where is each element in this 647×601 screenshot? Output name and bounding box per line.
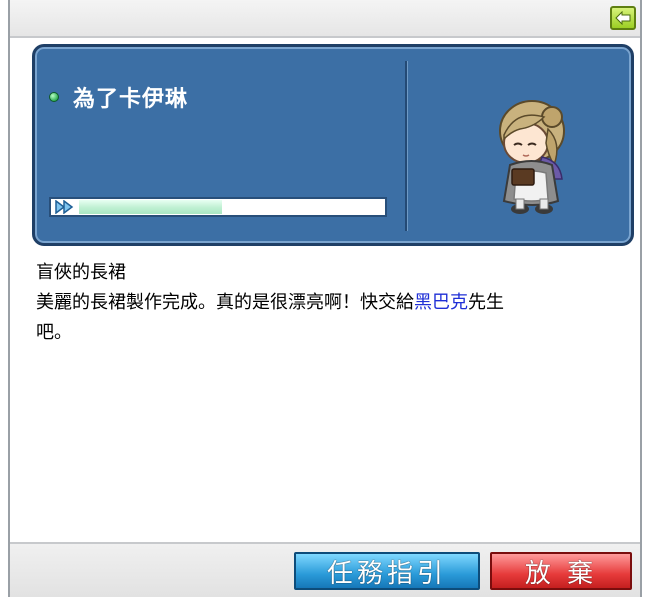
description-text: 美麗的長裙製作完成。真的是很漂亮啊！快交給 (36, 292, 414, 313)
arrow-left-icon (615, 11, 631, 25)
fast-forward-icon (55, 200, 74, 214)
quest-item-name: 盲俠的長裙 (36, 262, 126, 283)
quest-description: 盲俠的長裙 美麗的長裙製作完成。真的是很漂亮啊！快交給黑巴克先生 吧。 (36, 258, 626, 348)
progress-fill (79, 200, 222, 214)
npc-portrait (499, 100, 565, 214)
description-text: 先生 (468, 292, 504, 313)
panel-divider (405, 61, 407, 231)
quest-description-line: 美麗的長裙製作完成。真的是很漂亮啊！快交給黑巴克先生 (36, 288, 626, 318)
quest-description-line: 吧。 (36, 322, 72, 343)
quest-title-row: 為了卡伊琳 (49, 81, 188, 113)
back-button[interactable] (610, 6, 636, 30)
quest-title: 為了卡伊琳 (73, 87, 189, 112)
quest-info-panel: 為了卡伊琳 (32, 44, 634, 246)
npc-name-link[interactable]: 黑巴克 (414, 292, 468, 313)
window-bottom-bar: 任務指引 放 棄 (10, 542, 640, 597)
quest-window: 為了卡伊琳 盲俠的長裙 美麗的長裙製作完成。真的是很漂亮啊！快交給黑巴克先生 吧… (8, 0, 642, 597)
abandon-quest-button[interactable]: 放 棄 (490, 552, 632, 590)
bullet-icon (49, 92, 59, 102)
quest-progress-bar (49, 197, 387, 217)
window-top-bar (10, 0, 640, 38)
quest-guide-button[interactable]: 任務指引 (294, 552, 480, 590)
